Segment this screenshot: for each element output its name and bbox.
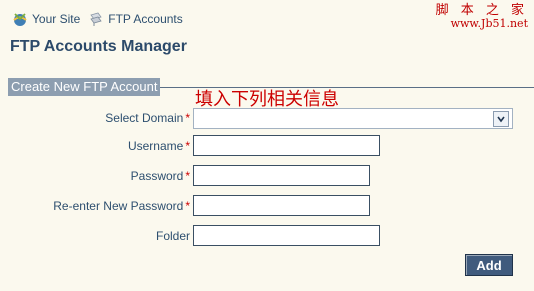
globe-icon: [12, 11, 28, 27]
add-button[interactable]: Add: [465, 254, 513, 276]
section-title: Create New FTP Account: [8, 78, 161, 96]
form-row-password: Password *: [0, 165, 534, 187]
required-marker: *: [185, 169, 190, 183]
ftp-icon: [88, 11, 104, 27]
page-title: FTP Accounts Manager: [10, 38, 187, 55]
breadcrumb-label[interactable]: Your Site: [32, 12, 80, 26]
chevron-down-icon[interactable]: [493, 110, 509, 127]
breadcrumb-label[interactable]: FTP Accounts: [108, 12, 182, 26]
watermark: 脚 本 之 家 www.Jb51.net: [436, 4, 528, 29]
watermark-chinese: 脚 本 之 家: [435, 3, 528, 18]
required-marker: *: [185, 139, 190, 153]
repassword-label: Re-enter New Password *: [53, 199, 190, 213]
password-input[interactable]: [193, 165, 370, 186]
watermark-url: www.Jb51.net: [450, 16, 528, 30]
form-row-repassword: Re-enter New Password *: [0, 195, 534, 217]
password-label: Password *: [130, 169, 190, 183]
form-row-folder: Folder: [0, 225, 534, 247]
folder-label: Folder: [155, 229, 190, 243]
breadcrumb-item-ftp-accounts[interactable]: FTP Accounts: [88, 11, 183, 27]
username-input[interactable]: [193, 135, 380, 156]
required-marker: *: [185, 199, 190, 213]
breadcrumb-item-your-site[interactable]: Your Site: [12, 11, 80, 27]
domain-select[interactable]: [193, 108, 513, 129]
breadcrumb: Your Site FTP Accounts: [12, 10, 183, 28]
domain-label: Select Domain *: [105, 111, 190, 125]
form-row-domain: Select Domain *: [0, 107, 534, 129]
form-row-username: Username *: [0, 135, 534, 157]
folder-input[interactable]: [193, 225, 380, 246]
repassword-input[interactable]: [193, 195, 370, 216]
username-label: Username *: [127, 139, 190, 153]
required-marker: *: [185, 111, 190, 125]
